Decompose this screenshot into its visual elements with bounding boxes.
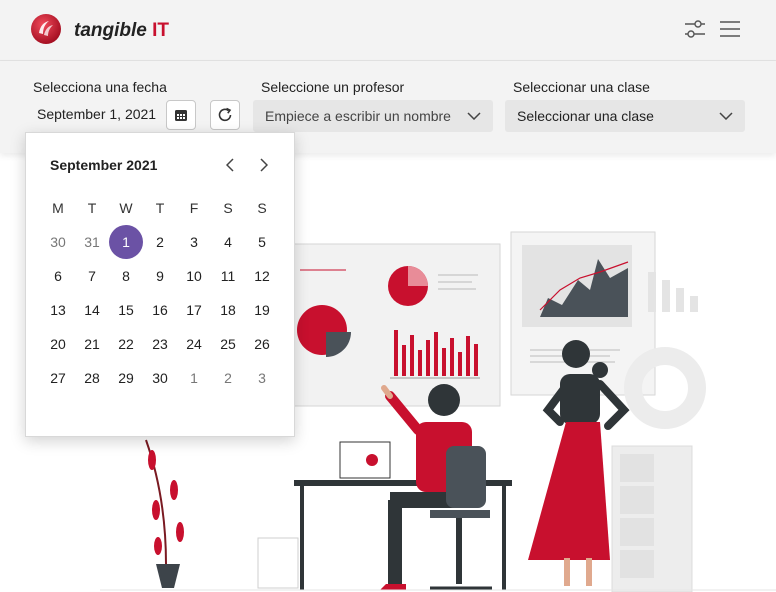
calendar-day[interactable]: 3 [177, 225, 211, 259]
brand-suffix: IT [152, 20, 170, 41]
calendar-day[interactable]: 2 [211, 361, 245, 395]
date-field[interactable]: September 1, 2021 [37, 106, 156, 122]
calendar-day[interactable]: 3 [245, 361, 279, 395]
date-picker-popup: September 2021 M T W T F S S 30 31 1 2 3 4 5 6 7 8 9 10 11 1… [25, 132, 295, 437]
calendar-day[interactable]: 4 [211, 225, 245, 259]
calendar-day[interactable]: 20 [41, 327, 75, 361]
class-value: Seleccionar una clase [517, 108, 654, 124]
refresh-button[interactable] [210, 100, 240, 130]
calendar-day[interactable]: 13 [41, 293, 75, 327]
calendar-day[interactable]: 21 [75, 327, 109, 361]
calendar-day-selected[interactable]: 1 [109, 225, 143, 259]
calendar-day[interactable]: 26 [245, 327, 279, 361]
calendar-day[interactable]: 19 [245, 293, 279, 327]
calendar-button[interactable] [166, 100, 196, 130]
brand-text: tangible [74, 20, 147, 41]
calendar-day[interactable]: 7 [75, 259, 109, 293]
calendar-day[interactable]: 12 [245, 259, 279, 293]
weekday-header: S [257, 200, 267, 216]
teacher-label: Seleccione un profesor [261, 79, 405, 95]
teacher-placeholder: Empiece a escribir un nombre [265, 108, 451, 124]
weekday-header: M [52, 200, 64, 216]
calendar-day[interactable]: 8 [109, 259, 143, 293]
date-label: Selecciona una fecha [33, 79, 167, 95]
weekday-header: T [155, 200, 165, 216]
calendar-day[interactable]: 6 [41, 259, 75, 293]
calendar-day[interactable]: 11 [211, 259, 245, 293]
calendar-icon [175, 110, 187, 121]
sliders-icon[interactable] [684, 19, 706, 39]
calendar-day[interactable]: 27 [41, 361, 75, 395]
weekday-header: S [223, 200, 233, 216]
weekday-header: W [119, 200, 133, 216]
calendar-day[interactable]: 28 [75, 361, 109, 395]
calendar-day[interactable]: 1 [177, 361, 211, 395]
hamburger-menu-icon[interactable] [719, 20, 741, 38]
calendar-day[interactable]: 14 [75, 293, 109, 327]
previous-month-button[interactable] [220, 155, 240, 175]
weekday-header: F [189, 200, 199, 216]
calendar-day[interactable]: 5 [245, 225, 279, 259]
calendar-day[interactable]: 25 [211, 327, 245, 361]
next-month-button[interactable] [254, 155, 274, 175]
calendar-day[interactable]: 24 [177, 327, 211, 361]
teacher-select[interactable]: Empiece a escribir un nombre [253, 100, 493, 132]
calendar-day[interactable]: 30 [41, 225, 75, 259]
chevron-right-icon [260, 158, 268, 172]
weekday-header: T [87, 200, 97, 216]
class-select[interactable]: Seleccionar una clase [505, 100, 745, 132]
calendar-day[interactable]: 30 [143, 361, 177, 395]
chevron-left-icon [226, 158, 234, 172]
chevron-down-icon [719, 112, 733, 120]
calendar-day[interactable]: 16 [143, 293, 177, 327]
calendar-day[interactable]: 23 [143, 327, 177, 361]
calendar-day[interactable]: 29 [109, 361, 143, 395]
calendar-day[interactable]: 31 [75, 225, 109, 259]
class-label: Seleccionar una clase [513, 79, 650, 95]
refresh-icon [218, 107, 232, 122]
tangible-logo[interactable] [30, 13, 62, 45]
calendar-day[interactable]: 22 [109, 327, 143, 361]
calendar-day[interactable]: 10 [177, 259, 211, 293]
chevron-down-icon [467, 112, 481, 120]
calendar-day[interactable]: 17 [177, 293, 211, 327]
calendar-month-label: September 2021 [50, 157, 158, 173]
calendar-day[interactable]: 18 [211, 293, 245, 327]
top-bar: tangible IT [0, 0, 776, 61]
calendar-day[interactable]: 9 [143, 259, 177, 293]
calendar-day[interactable]: 2 [143, 225, 177, 259]
brand-name[interactable]: tangible IT [74, 20, 169, 42]
calendar-day[interactable]: 15 [109, 293, 143, 327]
